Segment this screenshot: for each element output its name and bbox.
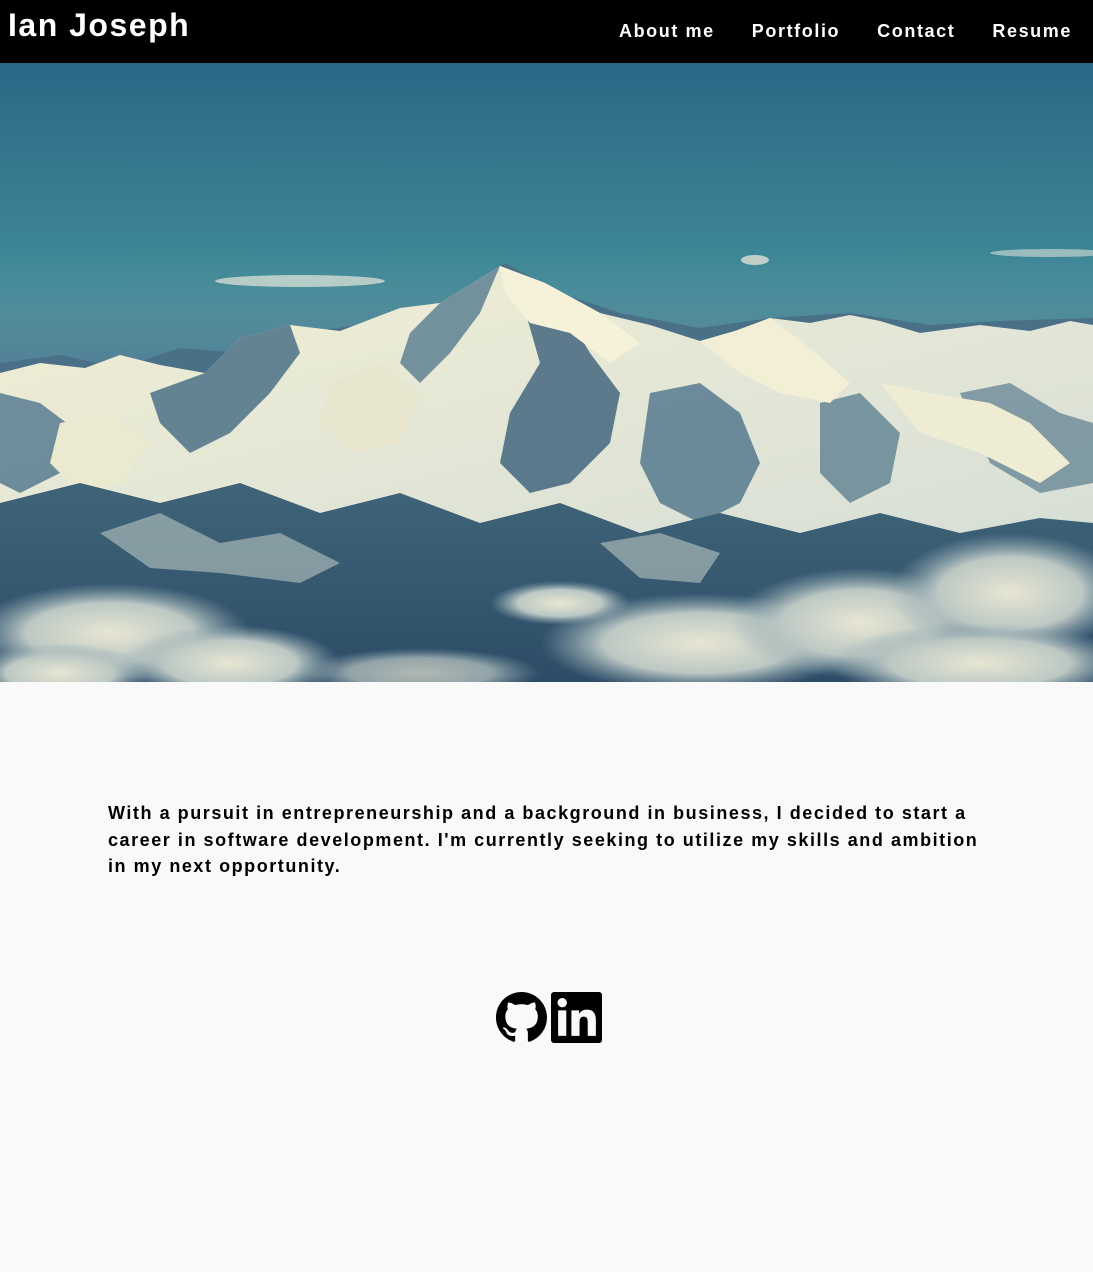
github-link[interactable] xyxy=(496,991,547,1043)
nav-link-contact[interactable]: Contact xyxy=(877,20,955,42)
site-header: Ian Joseph About me Portfolio Contact Re… xyxy=(0,0,1093,63)
nav-link-portfolio[interactable]: Portfolio xyxy=(752,20,840,42)
main-nav: About me Portfolio Contact Resume xyxy=(619,20,1072,42)
hero-mountain-image xyxy=(0,63,1093,682)
linkedin-link[interactable] xyxy=(551,991,602,1043)
mountain-illustration xyxy=(0,63,1093,682)
social-links xyxy=(496,991,602,1043)
nav-link-resume[interactable]: Resume xyxy=(992,20,1072,42)
linkedin-icon xyxy=(551,991,602,1043)
github-icon xyxy=(496,991,547,1042)
site-brand[interactable]: Ian Joseph xyxy=(8,6,190,44)
bio-text: With a pursuit in entrepreneurship and a… xyxy=(108,803,979,876)
nav-link-about-me[interactable]: About me xyxy=(619,20,715,42)
